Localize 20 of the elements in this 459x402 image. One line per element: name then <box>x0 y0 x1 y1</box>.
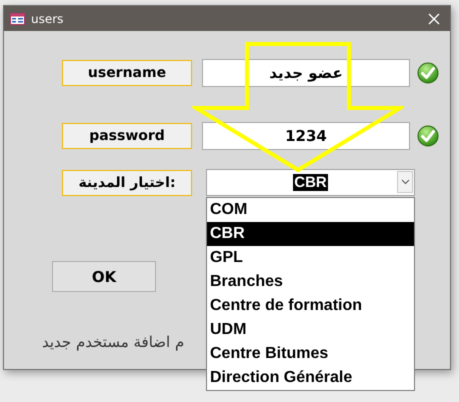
dropdown-option[interactable]: Centre de formation <box>207 294 414 318</box>
form-icon <box>10 12 25 24</box>
dropdown-option[interactable]: Centre Bitumes <box>207 342 414 366</box>
dropdown-option[interactable]: COM <box>207 198 414 222</box>
input-field[interactable]: عضو جديد <box>202 59 410 87</box>
field-label: username <box>62 60 192 86</box>
dropdown-option[interactable]: UDM <box>207 318 414 342</box>
field-label: password <box>62 123 192 149</box>
ok-button[interactable]: OK <box>52 261 156 292</box>
input-field[interactable]: 1234 <box>202 122 410 150</box>
dropdown-option[interactable]: Branches <box>207 270 414 294</box>
city-dropdown[interactable]: CBR <box>206 169 415 196</box>
field-label: اختيار المدينة: <box>62 170 192 196</box>
dropdown-option[interactable]: GPL <box>207 246 414 270</box>
dropdown-option[interactable]: Direction Générale <box>207 366 414 390</box>
chevron-down-icon[interactable] <box>400 179 410 185</box>
status-message: م اضافة مستخدم جديد <box>42 333 184 351</box>
dropdown-option[interactable]: CBR <box>207 222 414 246</box>
window-title: users <box>31 12 64 26</box>
close-icon[interactable] <box>428 12 440 24</box>
